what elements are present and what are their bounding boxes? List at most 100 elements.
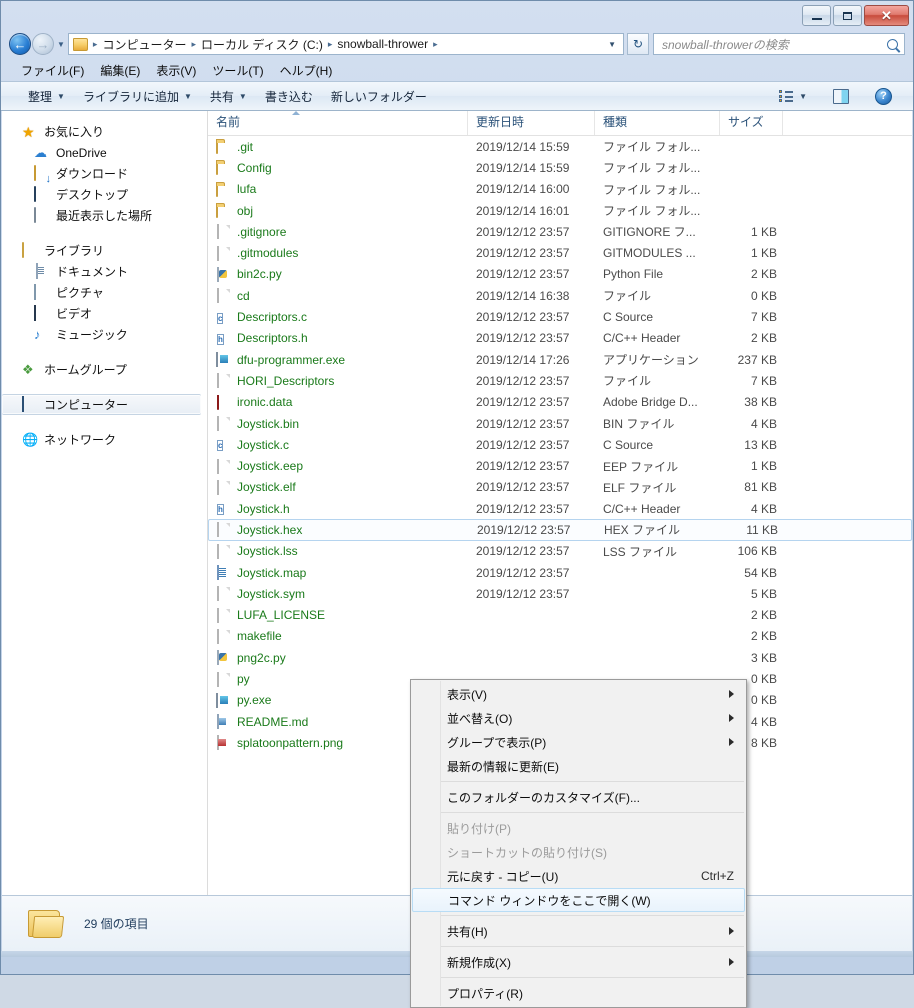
sidebar-item-favorites[interactable]: ★ お気に入り [2, 121, 207, 142]
sidebar-item-music[interactable]: ♪ ミュージック [2, 324, 207, 345]
table-row[interactable]: h Descriptors.h 2019/12/12 23:57 C/C++ Head… [208, 328, 912, 349]
sidebar-item-documents[interactable]: ドキュメント [2, 261, 207, 282]
context-menu-item[interactable]: グループで表示(P) [411, 730, 746, 754]
python-file-icon [216, 650, 231, 666]
sidebar-item-computer[interactable]: コンピューター [2, 394, 201, 415]
breadcrumb-item-snowball-thrower[interactable]: snowball-thrower [335, 36, 430, 52]
file-type-cell: C/C++ Header [603, 501, 681, 516]
table-row[interactable]: Joystick.eep 2019/12/12 23:57 EEP ファイル 1 KB [208, 455, 912, 476]
library-icon [22, 241, 38, 259]
recent-locations-button[interactable]: ▼ [57, 40, 65, 49]
column-header-type[interactable]: 種類 [595, 111, 720, 135]
breadcrumb-separator-3[interactable]: ▸ [430, 39, 441, 50]
breadcrumb[interactable]: ▸ コンピューター ▸ ローカル ディスク (C:) ▸ snowball-th… [67, 33, 624, 55]
context-menu-item[interactable]: 最新の情報に更新(E) [411, 754, 746, 778]
table-row[interactable]: ironic.data 2019/12/12 23:57 Adobe Bridge … [208, 392, 912, 413]
column-header-date[interactable]: 更新日時 [468, 111, 595, 135]
sidebar-label-downloads: ダウンロード [56, 167, 129, 181]
help-button[interactable]: ? [866, 85, 901, 108]
context-menu-item[interactable]: 元に戻す - コピー(U) Ctrl+Z [411, 864, 746, 888]
sidebar-item-network[interactable]: 🌐 ネットワーク [2, 429, 207, 450]
file-name-label: makefile [237, 629, 282, 644]
context-menu-item[interactable]: プロパティ(R) [411, 981, 746, 1005]
table-row[interactable]: .git 2019/12/14 15:59 ファイル フォル... [208, 136, 912, 157]
sidebar-label-music: ミュージック [56, 328, 128, 342]
file-date-cell: 2019/12/14 15:59 [476, 139, 570, 154]
table-row[interactable]: Config 2019/12/14 15:59 ファイル フォル... [208, 157, 912, 178]
breadcrumb-separator-1[interactable]: ▸ [188, 39, 199, 50]
breadcrumb-dropdown-icon[interactable]: ▼ [603, 40, 621, 49]
file-name-label: Joystick.bin [237, 416, 300, 431]
file-date-cell: 2019/12/12 23:57 [476, 459, 570, 474]
table-row[interactable]: makefile 2 KB [208, 626, 912, 647]
toolbar-new-folder[interactable]: 新しいフォルダー [322, 85, 436, 108]
menu-edit[interactable]: 編集(E) [92, 60, 148, 81]
sidebar-item-desktop[interactable]: デスクトップ [2, 184, 207, 205]
toolbar-share[interactable]: 共有 ▼ [201, 85, 256, 108]
context-menu-item[interactable]: 新規作成(X) [411, 950, 746, 974]
sidebar-item-libraries[interactable]: ライブラリ [2, 240, 207, 261]
table-row[interactable]: dfu-programmer.exe 2019/12/14 17:26 アプリケーシ… [208, 349, 912, 370]
table-row[interactable]: Joystick.sym 2019/12/12 23:57 5 KB [208, 583, 912, 604]
file-name-label: splatoonpattern.png [237, 735, 344, 750]
toolbar-add-to-library[interactable]: ライブラリに追加 ▼ [74, 85, 201, 108]
breadcrumb-item-local-disk[interactable]: ローカル ディスク (C:) [199, 35, 325, 54]
sidebar-item-homegroup[interactable]: ❖ ホームグループ [2, 359, 207, 380]
sidebar-item-videos[interactable]: ビデオ [2, 303, 207, 324]
close-button[interactable]: ✕ [864, 5, 909, 26]
toolbar-burn[interactable]: 書き込む [256, 85, 322, 108]
toolbar-organize[interactable]: 整理 ▼ [19, 85, 74, 108]
table-row[interactable]: c Descriptors.c 2019/12/12 23:57 C Source 7 … [208, 306, 912, 327]
folder-icon [72, 37, 88, 51]
table-row[interactable]: obj 2019/12/14 16:01 ファイル フォル... [208, 200, 912, 221]
preview-pane-button[interactable] [824, 86, 858, 107]
breadcrumb-item-computer[interactable]: コンピューター [100, 35, 188, 54]
minimize-button[interactable] [802, 5, 831, 26]
table-row[interactable]: Joystick.lss 2019/12/12 23:57 LSS ファイル 106 … [208, 541, 912, 562]
context-menu-item: ショートカットの貼り付け(S) [411, 840, 746, 864]
sidebar-item-onedrive[interactable]: ☁ OneDrive [2, 142, 207, 163]
back-button[interactable]: ← [9, 33, 31, 55]
menu-help[interactable]: ヘルプ(H) [272, 60, 341, 81]
table-row[interactable]: Joystick.bin 2019/12/12 23:57 BIN ファイル 4 KB [208, 413, 912, 434]
file-date-cell: 2019/12/12 23:57 [476, 586, 570, 601]
table-row[interactable]: c Joystick.c 2019/12/12 23:57 C Source 13 KB [208, 434, 912, 455]
folder-icon [216, 181, 231, 197]
search-input[interactable]: snowball-throwerの検索 [653, 33, 905, 55]
table-row[interactable]: .gitmodules 2019/12/12 23:57 GITMODULES ..… [208, 242, 912, 263]
context-menu-item[interactable]: 並べ替え(O) [411, 706, 746, 730]
context-menu-item[interactable]: コマンド ウィンドウをここで開く(W) [412, 888, 745, 912]
table-row[interactable]: Joystick.elf 2019/12/12 23:57 ELF ファイル 81 K… [208, 477, 912, 498]
table-row[interactable]: lufa 2019/12/14 16:00 ファイル フォル... [208, 179, 912, 200]
context-menu-item[interactable]: このフォルダーのカスタマイズ(F)... [411, 785, 746, 809]
breadcrumb-separator-2[interactable]: ▸ [325, 39, 336, 50]
column-header-size[interactable]: サイズ [720, 111, 783, 135]
table-row[interactable]: h Joystick.h 2019/12/12 23:57 C/C++ Header 4… [208, 498, 912, 519]
table-row[interactable]: cd 2019/12/14 16:38 ファイル 0 KB [208, 285, 912, 306]
table-row[interactable]: .gitignore 2019/12/12 23:57 GITIGNORE フ...… [208, 221, 912, 242]
markdown-file-icon [216, 714, 231, 730]
context-menu-item[interactable]: 共有(H) [411, 919, 746, 943]
refresh-button[interactable]: ↻ [627, 33, 649, 55]
table-row[interactable]: png2c.py 3 KB [208, 647, 912, 668]
menu-file[interactable]: ファイル(F) [13, 60, 92, 81]
file-size-cell: 81 KB [744, 480, 777, 495]
table-row[interactable]: Joystick.map 2019/12/12 23:57 54 KB [208, 562, 912, 583]
folder-icon [216, 139, 231, 155]
maximize-button[interactable] [833, 5, 862, 26]
context-menu-item[interactable]: 表示(V) [411, 682, 746, 706]
navigation-pane: ★ お気に入り ☁ OneDrive ダウンロード デスクトップ 最近表示した場… [2, 111, 208, 895]
change-view-button[interactable]: ▼ [769, 86, 816, 106]
sidebar-item-pictures[interactable]: ピクチャ [2, 282, 207, 303]
sidebar-item-downloads[interactable]: ダウンロード [2, 163, 207, 184]
table-row[interactable]: Joystick.hex 2019/12/12 23:57 HEX ファイル 11 K… [208, 519, 912, 541]
forward-button[interactable]: → [32, 33, 54, 55]
column-header-name[interactable]: 名前 [208, 111, 468, 135]
menu-tools[interactable]: ツール(T) [204, 60, 271, 81]
menu-view[interactable]: 表示(V) [148, 60, 204, 81]
table-row[interactable]: LUFA_LICENSE 2 KB [208, 605, 912, 626]
table-row[interactable]: HORI_Descriptors 2019/12/12 23:57 ファイル 7 KB [208, 370, 912, 391]
table-row[interactable]: bin2c.py 2019/12/12 23:57 Python File 2 KB [208, 264, 912, 285]
breadcrumb-separator-0[interactable]: ▸ [90, 39, 101, 50]
sidebar-item-recent-places[interactable]: 最近表示した場所 [2, 205, 207, 226]
